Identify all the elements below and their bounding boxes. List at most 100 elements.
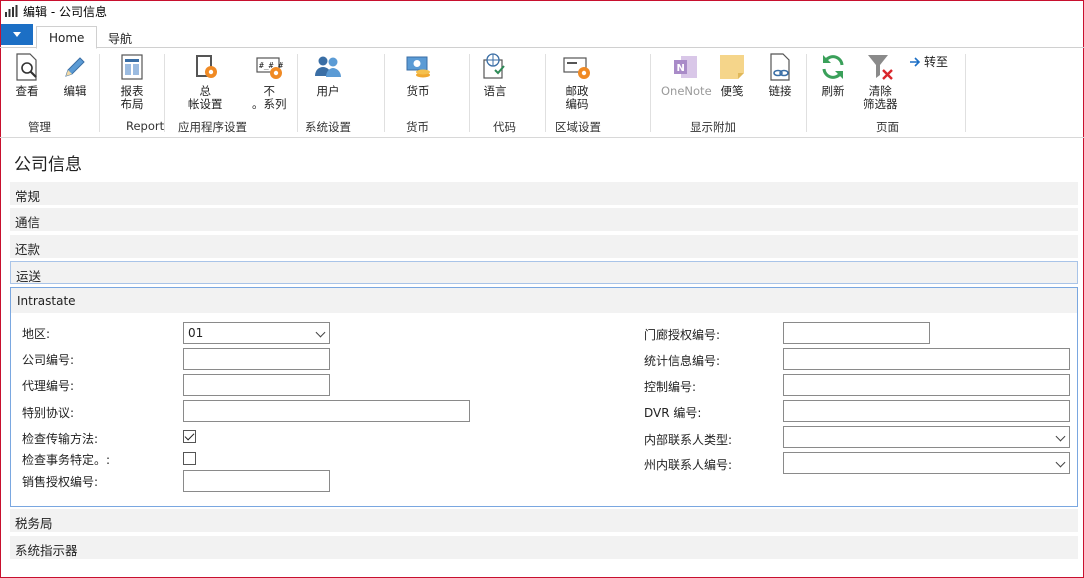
fasttab-intrastate-header[interactable]: Intrastate [11, 288, 1077, 313]
app-logo-icon [5, 5, 18, 17]
sales-auth-input[interactable] [183, 470, 330, 492]
users-icon [315, 56, 341, 77]
group-separator [384, 54, 385, 132]
group-label-codes: 代码 [493, 120, 516, 134]
report-layout-icon [121, 54, 143, 80]
dvr-no-input[interactable] [783, 400, 1070, 422]
goto-button[interactable]: 转至 [910, 53, 948, 70]
arrow-right-icon [910, 56, 921, 67]
chevron-down-icon [1055, 457, 1066, 468]
refresh-button[interactable]: 刷新 [818, 52, 848, 98]
clear-filter-label: 清除 筛选器 [863, 84, 898, 111]
language-label: 语言 [483, 84, 507, 98]
app-menu-button[interactable] [1, 24, 33, 45]
no-series-button[interactable]: #_#_# 不 。系列 [252, 52, 287, 111]
agent-no-label: 代理编号: [22, 379, 75, 393]
state-contact-label: 州内联系人编号: [644, 458, 733, 472]
gl-setup-button[interactable]: 总 帐设置 [188, 52, 223, 111]
currency-icon [406, 56, 430, 78]
title-bar: 编辑 - 公司信息 [0, 0, 1084, 22]
fasttab-communication[interactable]: 通信 [10, 208, 1078, 231]
group-separator [469, 54, 470, 132]
language-button[interactable]: 语言 [480, 52, 510, 98]
ribbon-tab-row: Home 导航 [0, 23, 1084, 49]
purchase-auth-label: 门廊授权编号: [644, 328, 721, 342]
page-title: 公司信息 [14, 155, 82, 175]
group-label-app-setup: 应用程序设置 [178, 120, 247, 134]
group-separator [650, 54, 651, 132]
view-button[interactable]: 查看 [12, 52, 42, 98]
gl-setup-label: 总 帐设置 [188, 84, 223, 111]
special-agreement-label: 特别协议: [22, 406, 75, 420]
group-separator [545, 54, 546, 132]
group-label-regional: 区域设置 [555, 120, 601, 134]
currency-button[interactable]: 货币 [403, 52, 433, 98]
clear-filter-icon [868, 55, 894, 80]
refresh-label: 刷新 [821, 84, 845, 98]
group-label-system-setup: 系统设置 [305, 120, 351, 134]
stat-info-input[interactable] [783, 348, 1070, 370]
group-label-currency: 货币 [406, 120, 429, 134]
links-button[interactable]: 链接 [765, 52, 795, 98]
currency-label: 货币 [406, 84, 430, 98]
pencil-icon [65, 57, 85, 77]
check-transaction-label: 检查事务特定。: [22, 453, 111, 467]
dropdown-arrow-icon [13, 32, 21, 37]
goto-label: 转至 [924, 55, 949, 69]
users-label: 用户 [316, 84, 340, 98]
agent-no-input[interactable] [183, 374, 330, 396]
chevron-down-icon [1055, 431, 1066, 442]
group-separator [164, 54, 165, 132]
report-layout-button[interactable]: 报表 布局 [117, 52, 147, 111]
sticky-note-icon [720, 55, 744, 79]
stat-info-label: 统计信息编号: [644, 354, 721, 368]
check-transport-label: 检查传输方法: [22, 432, 99, 446]
group-separator [806, 54, 807, 132]
state-contact-select[interactable] [783, 452, 1070, 474]
area-label: 地区: [22, 327, 51, 341]
fasttab-general[interactable]: 常规 [10, 182, 1078, 205]
clear-filter-button[interactable]: 清除 筛选器 [863, 52, 898, 111]
svg-text:N: N [677, 63, 685, 74]
refresh-icon [822, 55, 844, 79]
group-separator [99, 54, 100, 132]
no-series-label: 不 。系列 [252, 84, 287, 111]
control-no-input[interactable] [783, 374, 1070, 396]
ribbon: 查看 编辑 管理 报表 布局 Report 总 帐设置 #_#_# 不 。系列 … [0, 48, 1084, 138]
onenote-label: OneNote [661, 84, 712, 98]
internal-contact-type-select[interactable] [783, 426, 1070, 448]
onenote-icon: N [674, 56, 698, 78]
fasttab-system-indicator[interactable]: 系统指示器 [10, 536, 1078, 559]
edit-button[interactable]: 编辑 [60, 52, 90, 98]
group-label-show-attached: 显示附加 [690, 120, 736, 134]
post-code-icon [563, 57, 590, 79]
number-series-icon: #_#_# [256, 57, 284, 79]
ledger-gear-icon [196, 55, 218, 78]
area-value: 01 [188, 326, 204, 340]
fasttab-shipping[interactable]: 运送 [10, 261, 1078, 284]
notes-button[interactable]: 便笺 [717, 52, 747, 98]
link-icon [770, 53, 790, 81]
group-label-report: Report [126, 119, 165, 133]
view-icon [16, 53, 37, 81]
fasttab-intrastate: Intrastate [10, 287, 1078, 507]
chevron-down-icon [315, 327, 326, 338]
purchase-auth-input[interactable] [783, 322, 930, 344]
special-agreement-input[interactable] [183, 400, 470, 422]
group-label-page: 页面 [876, 120, 899, 134]
check-transport-checkbox[interactable] [183, 430, 196, 443]
users-button[interactable]: 用户 [313, 52, 343, 98]
language-icon [483, 53, 505, 79]
onenote-button[interactable]: N OneNote [661, 52, 712, 98]
fasttab-tax-authority[interactable]: 税务局 [10, 509, 1078, 532]
tab-navigate[interactable]: 导航 [96, 26, 144, 49]
post-code-button[interactable]: 邮政 编码 [562, 52, 592, 111]
check-transaction-checkbox[interactable] [183, 452, 196, 465]
company-no-input[interactable] [183, 348, 330, 370]
group-separator [297, 54, 298, 132]
fasttab-payments[interactable]: 还款 [10, 235, 1078, 258]
area-select[interactable]: 01 [183, 322, 330, 344]
dvr-no-label: DVR 编号: [644, 406, 702, 420]
sales-auth-label: 销售授权编号: [22, 475, 99, 489]
tab-home[interactable]: Home [36, 26, 98, 49]
